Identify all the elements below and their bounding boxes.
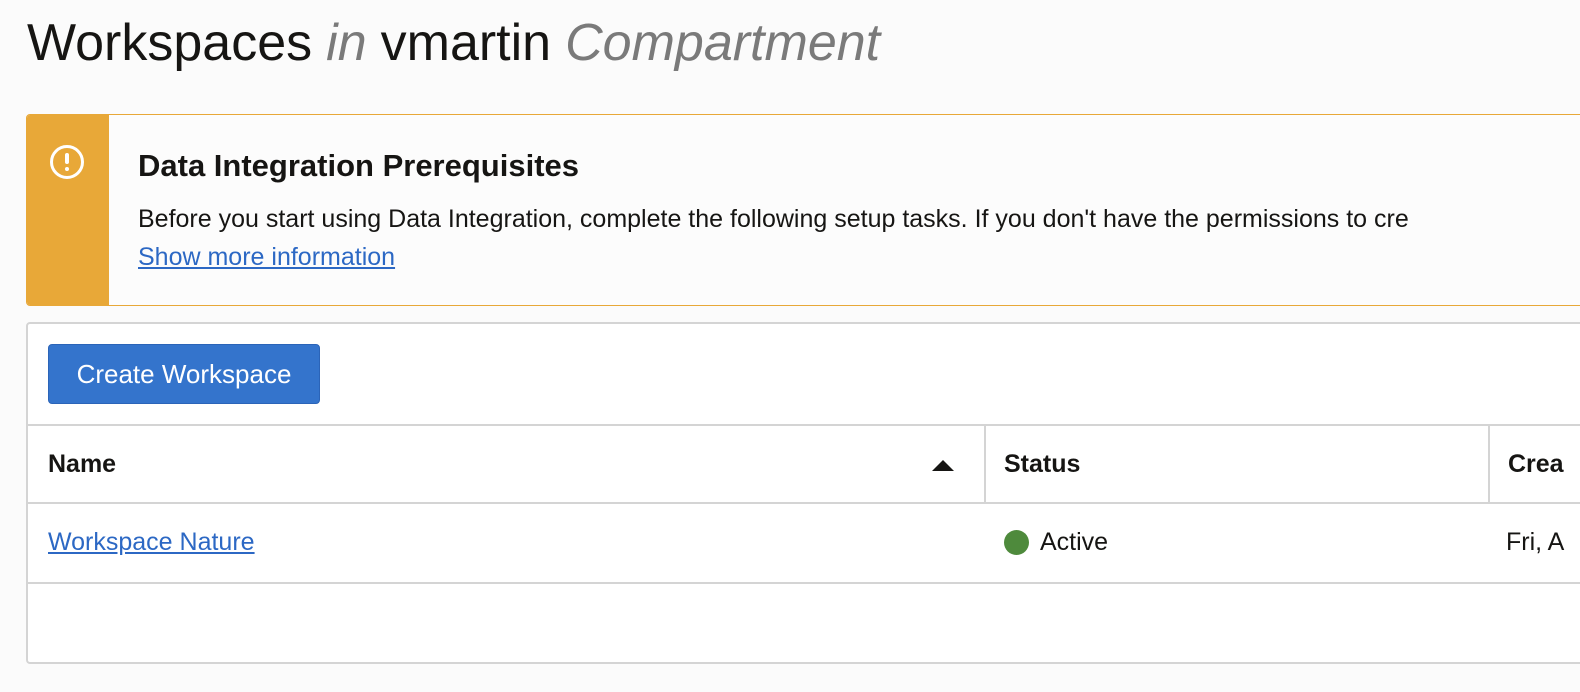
column-divider[interactable] bbox=[1488, 426, 1490, 502]
workspaces-panel: Create Workspace Name Status Crea Worksp… bbox=[26, 322, 1580, 664]
compartment-name: vmartin bbox=[380, 14, 552, 72]
warning-icon bbox=[50, 145, 84, 179]
status-active-icon bbox=[1004, 530, 1029, 555]
column-header-status[interactable]: Status bbox=[1004, 426, 1080, 502]
page-title: Workspaces in vmartin Compartment bbox=[27, 10, 880, 76]
compartment-label: Compartment bbox=[565, 14, 881, 72]
show-more-information-link[interactable]: Show more information bbox=[138, 243, 395, 272]
column-header-created[interactable]: Crea bbox=[1508, 426, 1564, 502]
column-divider[interactable] bbox=[984, 426, 986, 502]
alert-body: Before you start using Data Integration,… bbox=[138, 205, 1409, 233]
page-title-in: in bbox=[326, 14, 367, 72]
prerequisites-alert: Data Integration Prerequisites Before yo… bbox=[26, 114, 1580, 306]
page-title-word: Workspaces bbox=[27, 14, 313, 72]
sort-ascending-icon[interactable] bbox=[932, 460, 954, 471]
table-header: Name Status Crea bbox=[28, 424, 1580, 504]
status-cell: Active bbox=[1004, 504, 1108, 582]
column-header-name[interactable]: Name bbox=[48, 426, 116, 502]
status-text: Active bbox=[1040, 528, 1109, 556]
table-row: Workspace Nature Active Fri, A bbox=[28, 504, 1580, 584]
alert-severity-bar bbox=[27, 115, 109, 305]
alert-title: Data Integration Prerequisites bbox=[138, 148, 580, 183]
created-cell: Fri, A bbox=[1506, 528, 1565, 556]
workspace-name-link[interactable]: Workspace Nature bbox=[48, 504, 255, 582]
create-workspace-button[interactable]: Create Workspace bbox=[48, 344, 320, 404]
